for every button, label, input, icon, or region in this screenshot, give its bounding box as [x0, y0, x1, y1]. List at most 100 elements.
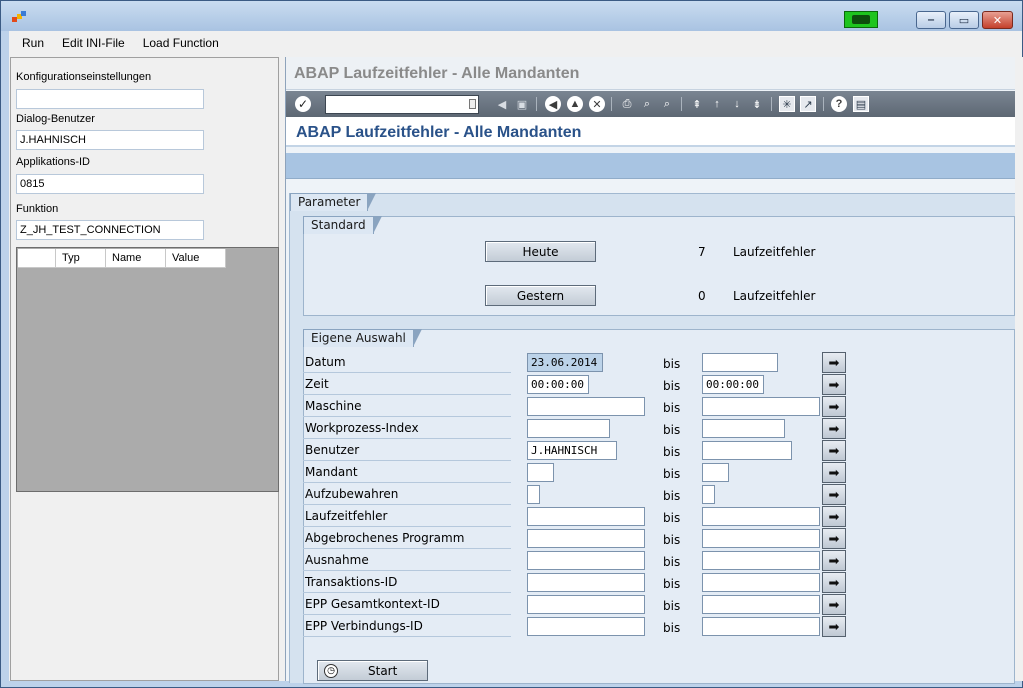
field-mandant-to[interactable] — [702, 463, 729, 482]
multiple-selection-arrow-icon[interactable]: ➡ — [822, 484, 846, 505]
field-epp-gesamtkontext-id-from[interactable] — [527, 595, 645, 614]
grid-col-name[interactable]: Name — [106, 249, 166, 268]
heute-button[interactable]: Heute — [485, 241, 596, 262]
toolbar-separator — [681, 97, 682, 111]
new-session-icon[interactable]: ✳ — [779, 96, 795, 112]
close-button[interactable]: ✕ — [982, 11, 1013, 29]
execute-clock-icon: ◷ — [324, 663, 338, 678]
label-transaktions-id: Transaktions-ID — [303, 571, 511, 593]
menu-run[interactable]: Run — [13, 36, 53, 50]
maximize-button[interactable]: ▭ — [949, 11, 979, 29]
grid-col-value[interactable]: Value — [166, 249, 226, 268]
cancel-icon[interactable]: ✕ — [589, 96, 605, 112]
field-datum-from[interactable]: 23.06.2014 — [527, 353, 603, 372]
field-maschine-to[interactable] — [702, 397, 820, 416]
field-transaktions-id-from[interactable] — [527, 573, 645, 592]
next-page-icon[interactable]: ↓ — [729, 96, 745, 112]
menu-load-function[interactable]: Load Function — [134, 36, 228, 50]
heute-unit: Laufzeitfehler — [733, 245, 816, 259]
bis-label: bis — [663, 445, 681, 459]
field-abgebrochenes-programm-to[interactable] — [702, 529, 820, 548]
field-benutzer-from[interactable]: J.HAHNISCH — [527, 441, 617, 460]
bis-label: bis — [663, 555, 681, 569]
field-mandant-from[interactable] — [527, 463, 554, 482]
label-mandant: Mandant — [303, 461, 511, 483]
field-datum-to[interactable] — [702, 353, 778, 372]
menu-edit-ini[interactable]: Edit INI-File — [53, 36, 134, 50]
field-epp-verbindungs-id-to[interactable] — [702, 617, 820, 636]
multiple-selection-arrow-icon[interactable]: ➡ — [822, 594, 846, 615]
layout-menu-icon[interactable]: ▤ — [853, 96, 869, 112]
gestern-button[interactable]: Gestern — [485, 285, 596, 306]
field-ausnahme-from[interactable] — [527, 551, 645, 570]
konfig-field[interactable] — [16, 89, 204, 109]
field-aufzubewahren-to[interactable] — [702, 485, 715, 504]
bis-label: bis — [663, 599, 681, 613]
find-next-icon[interactable]: ⌕ — [659, 96, 675, 112]
title-bar[interactable]: ‒ ▭ ✕ — [1, 1, 1022, 31]
field-ausnahme-to[interactable] — [702, 551, 820, 570]
sap-screen-header: ABAP Laufzeitfehler - Alle Mandanten — [286, 57, 1015, 90]
bis-label: bis — [663, 379, 681, 393]
last-page-icon[interactable]: ⇟ — [749, 96, 765, 112]
multiple-selection-arrow-icon[interactable]: ➡ — [822, 528, 846, 549]
field-maschine-from[interactable] — [527, 397, 645, 416]
toolbar-separator — [823, 97, 824, 111]
funktion-field[interactable]: Z_JH_TEST_CONNECTION — [16, 220, 204, 240]
field-epp-gesamtkontext-id-to[interactable] — [702, 595, 820, 614]
field-laufzeitfehler-from[interactable] — [527, 507, 645, 526]
dialog-user-field[interactable]: J.HAHNISCH — [16, 130, 204, 150]
multiple-selection-arrow-icon[interactable]: ➡ — [822, 374, 846, 395]
multiple-selection-arrow-icon[interactable]: ➡ — [822, 418, 846, 439]
field-epp-verbindungs-id-from[interactable] — [527, 617, 645, 636]
multiple-selection-arrow-icon[interactable]: ➡ — [822, 352, 846, 373]
multiple-selection-arrow-icon[interactable]: ➡ — [822, 462, 846, 483]
multiple-selection-arrow-icon[interactable]: ➡ — [822, 396, 846, 417]
label-zeit: Zeit — [303, 373, 511, 395]
find-icon[interactable]: ⌕ — [639, 96, 655, 112]
previous-page-icon[interactable]: ↑ — [709, 96, 725, 112]
field-transaktions-id-to[interactable] — [702, 573, 820, 592]
save-icon[interactable]: ▣ — [514, 96, 530, 112]
sap-title-bar: ABAP Laufzeitfehler - Alle Mandanten — [286, 117, 1015, 147]
vertical-scroll-area[interactable] — [1015, 57, 1023, 681]
first-page-icon[interactable]: ⇞ — [689, 96, 705, 112]
multiple-selection-arrow-icon[interactable]: ➡ — [822, 550, 846, 571]
label-ausnahme: Ausnahme — [303, 549, 511, 571]
grid-col-typ[interactable]: Typ — [56, 249, 106, 268]
sap-connection-icon[interactable] — [844, 11, 878, 28]
start-button[interactable]: ◷ Start — [317, 660, 428, 681]
label-datum: Datum — [303, 351, 511, 373]
command-history-icon[interactable] — [469, 99, 476, 109]
multiple-selection-arrow-icon[interactable]: ➡ — [822, 616, 846, 637]
back-triangle-icon[interactable]: ◀ — [494, 96, 510, 112]
field-benutzer-to[interactable] — [702, 441, 792, 460]
eigene-auswahl-caption: Eigene Auswahl — [303, 329, 422, 347]
help-icon[interactable]: ? — [831, 96, 847, 112]
multiple-selection-arrow-icon[interactable]: ➡ — [822, 440, 846, 461]
field-aufzubewahren-from[interactable] — [527, 485, 540, 504]
field-workprozess-index-from[interactable] — [527, 419, 610, 438]
field-laufzeitfehler-to[interactable] — [702, 507, 820, 526]
back-icon[interactable]: ◀ — [545, 96, 561, 112]
exit-icon[interactable]: ▲ — [567, 96, 583, 112]
bis-label: bis — [663, 621, 681, 635]
field-workprozess-index-to[interactable] — [702, 419, 785, 438]
konfig-label: Konfigurationseinstellungen — [16, 71, 152, 83]
multiple-selection-arrow-icon[interactable]: ➡ — [822, 506, 846, 527]
field-abgebrochenes-programm-from[interactable] — [527, 529, 645, 548]
print-icon[interactable]: ⎙ — [619, 96, 635, 112]
minimize-button[interactable]: ‒ — [916, 11, 946, 29]
command-field[interactable] — [325, 95, 479, 114]
application-window: ‒ ▭ ✕ Run Edit INI-File Load Function Ko… — [0, 0, 1023, 688]
menu-bar: Run Edit INI-File Load Function — [9, 31, 1022, 55]
heute-count: 7 — [698, 245, 706, 259]
shortcut-icon[interactable]: ↗ — [800, 96, 816, 112]
multiple-selection-arrow-icon[interactable]: ➡ — [822, 572, 846, 593]
parameter-grid[interactable]: Typ Name Value — [16, 247, 279, 492]
checkmark-icon[interactable]: ✓ — [295, 96, 311, 112]
app-id-field[interactable]: 0815 — [16, 174, 204, 194]
label-aufzubewahren: Aufzubewahren — [303, 483, 511, 505]
field-zeit-from[interactable]: 00:00:00 — [527, 375, 589, 394]
field-zeit-to[interactable]: 00:00:00 — [702, 375, 764, 394]
